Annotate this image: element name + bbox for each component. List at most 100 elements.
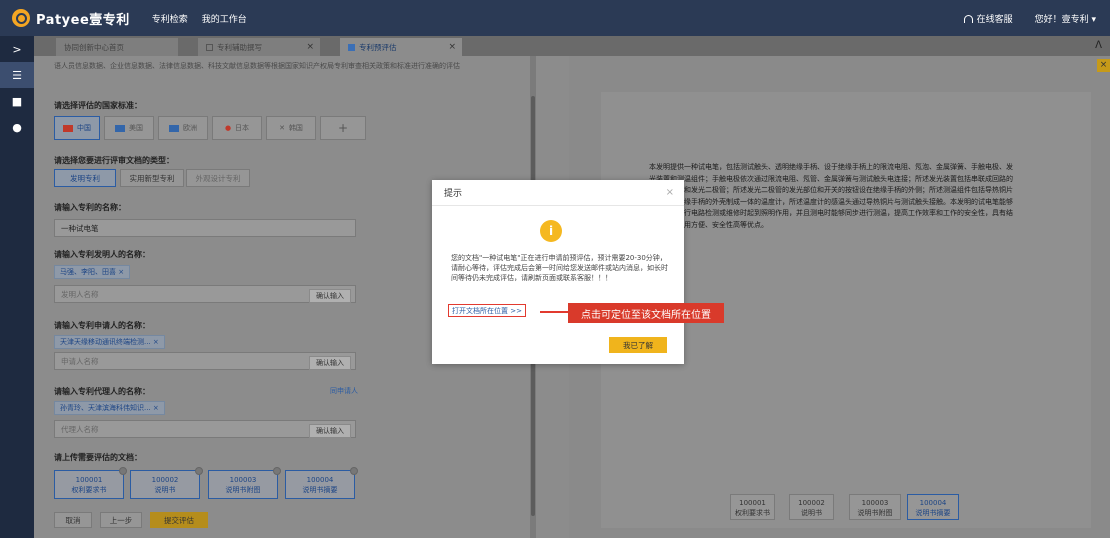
agent-placeholder: 代理人名称 bbox=[61, 424, 99, 434]
form-intro: 语人员信息数据、企业信息数据、法律信息数据、科技文献信息数据等根据国家知识产权局… bbox=[54, 62, 460, 70]
upload-doc-drawings[interactable]: 100003 说明书附图 bbox=[208, 467, 281, 499]
headset-icon bbox=[963, 14, 973, 23]
upload-doc-abstract[interactable]: 100004 说明书摘要 bbox=[285, 467, 358, 499]
flag-icon: ✕ bbox=[279, 124, 285, 132]
type-design[interactable]: 外观设计专利 bbox=[186, 169, 250, 187]
doc-name: 说明书摘要 bbox=[302, 486, 338, 494]
upload-doc-claims[interactable]: 100001 权利要求书 bbox=[54, 467, 127, 499]
preview-doc-abstract[interactable]: 100004 说明书摘要 bbox=[907, 494, 959, 520]
tab-label: 专利预评估 bbox=[359, 42, 397, 52]
country-label-text: 欧洲 bbox=[183, 124, 197, 132]
applicant-chip[interactable]: 天津天缘移动通讯终端检测... × bbox=[54, 335, 165, 349]
left-rail: > ☰ ■ ● bbox=[0, 36, 34, 538]
agent-chip[interactable]: 孙青玲、天津滨海科伟知识... × bbox=[54, 401, 165, 415]
rail-item-user-icon[interactable]: ● bbox=[0, 114, 34, 140]
doc-name: 权利要求书 bbox=[735, 509, 770, 517]
remove-dot-icon[interactable] bbox=[350, 467, 358, 475]
applicant-input[interactable]: 申请人名称 确认输入 bbox=[54, 352, 356, 370]
name-label: 请输入专利的名称： bbox=[54, 203, 126, 212]
country-usa[interactable]: 美国 bbox=[104, 116, 154, 140]
acknowledge-button[interactable]: 我已了解 bbox=[609, 337, 667, 353]
tab-close-icon[interactable]: × bbox=[448, 42, 456, 52]
type-invention[interactable]: 发明专利 bbox=[54, 169, 116, 187]
inventor-label: 请输入专利发明人的名称： bbox=[54, 250, 150, 259]
applicant-placeholder: 申请人名称 bbox=[61, 356, 99, 366]
inventor-chip[interactable]: 马强、李阳、田喜 × bbox=[54, 265, 131, 279]
submit-evaluation-button[interactable]: 提交评估 bbox=[150, 512, 208, 528]
online-service-link[interactable]: 在线客服 bbox=[963, 12, 1013, 25]
doc-icon bbox=[348, 43, 355, 51]
inventor-input[interactable]: 发明人名称 确认输入 bbox=[54, 285, 356, 303]
dialog-title: 提示 bbox=[444, 189, 463, 199]
confirm-inventor-button[interactable]: 确认输入 bbox=[309, 289, 351, 303]
doc-code: 100001 bbox=[75, 476, 103, 484]
dialog-close-icon[interactable]: × bbox=[666, 187, 674, 198]
rail-item-tools-icon[interactable]: ☰ bbox=[0, 62, 34, 88]
collapse-icon[interactable]: ᐱ bbox=[1095, 40, 1102, 51]
country-europe[interactable]: 欧洲 bbox=[158, 116, 208, 140]
upload-doc-description[interactable]: 100002 说明书 bbox=[130, 467, 203, 499]
doc-code: 100004 bbox=[306, 476, 334, 484]
tab-innovation-home[interactable]: 协同创新中心首页 bbox=[56, 38, 178, 56]
country-label: 请选择评估的国家标准： bbox=[54, 101, 142, 110]
country-japan[interactable]: ● 日本 bbox=[212, 116, 262, 140]
type-label: 请选择您要进行评审文档的类型： bbox=[54, 156, 174, 165]
doc-name: 说明书附图 bbox=[225, 486, 261, 494]
flag-icon bbox=[115, 124, 125, 132]
annotation-callout: 点击可定位至该文档所在位置 bbox=[568, 303, 724, 323]
flag-icon bbox=[63, 124, 73, 132]
top-nav: 专利检索 我的工作台 bbox=[152, 12, 247, 25]
confirm-agent-button[interactable]: 确认输入 bbox=[309, 424, 351, 438]
tab-label: 专利辅助撰写 bbox=[217, 42, 262, 52]
tab-pre-evaluation[interactable]: 专利预评估 × bbox=[340, 38, 462, 56]
doc-name: 说明书 bbox=[154, 486, 176, 494]
country-china[interactable]: 中国 bbox=[54, 116, 100, 140]
agent-input[interactable]: 代理人名称 确认输入 bbox=[54, 420, 356, 438]
logo-icon bbox=[12, 9, 30, 27]
top-right: 在线客服 您好！壹专利 ▾ bbox=[963, 12, 1096, 25]
add-country-button[interactable]: + bbox=[320, 116, 366, 140]
preview-doc-description[interactable]: 100002 说明书 bbox=[789, 494, 834, 520]
confirm-applicant-button[interactable]: 确认输入 bbox=[309, 356, 351, 370]
preview-doc-drawings[interactable]: 100003 说明书附图 bbox=[849, 494, 901, 520]
open-document-location-link[interactable]: 打开文档所在位置 >> bbox=[448, 304, 526, 317]
doc-name: 说明书 bbox=[801, 509, 822, 517]
right-edge-bar bbox=[1097, 56, 1110, 538]
doc-icon bbox=[206, 43, 213, 51]
doc-code: 100003 bbox=[229, 476, 257, 484]
remove-dot-icon[interactable] bbox=[195, 467, 203, 475]
doc-name: 说明书附图 bbox=[857, 509, 893, 517]
preview-text: 本发明提供一种试电笔，包括测试触头、透明绝缘手柄、设于绝缘手柄上的限流电阻、氖泡… bbox=[649, 163, 1013, 229]
tab-assisted-writing[interactable]: 专利辅助撰写 × bbox=[198, 38, 320, 56]
country-korea[interactable]: ✕ 韩国 bbox=[266, 116, 316, 140]
close-preview-icon[interactable]: × bbox=[1097, 59, 1110, 72]
country-label-text: 韩国 bbox=[288, 124, 303, 132]
patent-name-input[interactable]: 一种试电笔 bbox=[54, 219, 356, 237]
remove-dot-icon[interactable] bbox=[273, 467, 281, 475]
same-as-applicant-link[interactable]: 同申请人 bbox=[330, 386, 358, 396]
flag-icon bbox=[169, 124, 179, 132]
tab-close-icon[interactable]: × bbox=[306, 42, 314, 52]
remove-dot-icon[interactable] bbox=[119, 467, 127, 475]
dialog-header: 提示 × bbox=[432, 180, 684, 206]
preview-doc-claims[interactable]: 100001 权利要求书 bbox=[730, 494, 775, 520]
expand-icon[interactable]: > bbox=[0, 36, 34, 62]
type-utility-model[interactable]: 实用新型专利 bbox=[120, 169, 184, 187]
nav-patent-search[interactable]: 专利检索 bbox=[152, 12, 188, 25]
user-menu[interactable]: 您好！壹专利 ▾ bbox=[1035, 12, 1096, 25]
doc-code: 100001 bbox=[739, 499, 766, 507]
doc-name: 权利要求书 bbox=[71, 486, 107, 494]
country-label-text: 日本 bbox=[235, 124, 250, 132]
prev-step-button[interactable]: 上一步 bbox=[100, 512, 142, 528]
logo[interactable]: Patyee壹专利 bbox=[12, 9, 130, 28]
top-bar: Patyee壹专利 专利检索 我的工作台 在线客服 您好！壹专利 ▾ bbox=[0, 0, 1110, 36]
cancel-button[interactable]: 取消 bbox=[54, 512, 92, 528]
nav-my-workbench[interactable]: 我的工作台 bbox=[202, 12, 247, 25]
applicant-label: 请输入专利申请人的名称： bbox=[54, 321, 150, 330]
flag-icon: ● bbox=[224, 124, 232, 132]
tab-label: 协同创新中心首页 bbox=[64, 42, 124, 52]
rail-item-docs-icon[interactable]: ■ bbox=[0, 88, 34, 114]
doc-code: 100002 bbox=[151, 476, 179, 484]
country-label-text: 中国 bbox=[77, 124, 91, 132]
doc-name: 说明书摘要 bbox=[915, 509, 951, 517]
